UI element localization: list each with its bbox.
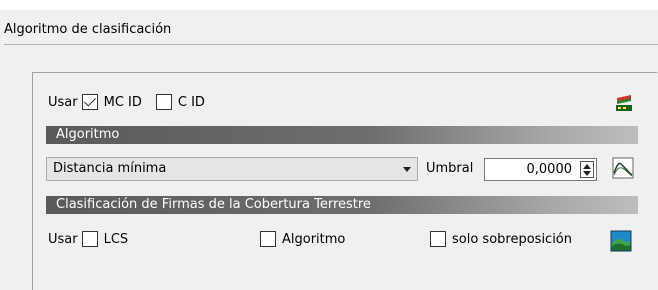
- mc-id-checkbox[interactable]: [81, 94, 98, 110]
- land-cover-bar: Clasificación de Firmas de la Cobertura …: [46, 196, 638, 214]
- use-label: Usar: [48, 94, 78, 110]
- spin-up-icon[interactable]: [583, 164, 591, 169]
- overlap-row: solo sobreposición: [426, 231, 572, 247]
- algorithm-check-label: Algoritmo: [282, 231, 346, 247]
- algorithm-checkbox[interactable]: [260, 231, 276, 247]
- threshold-spinbox[interactable]: 0,0000: [484, 158, 597, 181]
- c-id-checkbox[interactable]: [155, 94, 172, 110]
- spin-down-icon[interactable]: [583, 171, 591, 176]
- algorithm-bar: Algoritmo: [46, 126, 638, 144]
- lcs-checkbox[interactable]: [81, 231, 98, 247]
- algorithm-check-row: Algoritmo: [256, 231, 345, 247]
- spin-buttons[interactable]: [580, 161, 594, 178]
- threshold-value: 0,0000: [526, 162, 573, 177]
- spectral-plot-icon[interactable]: [612, 157, 634, 179]
- land-cover-icon[interactable]: [610, 230, 632, 252]
- threshold-label: Umbral: [426, 161, 474, 176]
- use-label-2: Usar: [48, 231, 78, 247]
- top-strip: [0, 0, 658, 10]
- mc-id-label: MC ID: [103, 94, 142, 110]
- lcs-label: LCS: [103, 231, 129, 247]
- overlap-label: solo sobreposición: [452, 231, 573, 247]
- use-id-row: Usar MC ID C ID: [48, 94, 205, 110]
- algorithm-select-value: Distancia mínima: [53, 161, 167, 176]
- algorithm-select[interactable]: Distancia mínima: [46, 157, 418, 181]
- c-id-label: C ID: [177, 94, 205, 110]
- title-divider: [4, 44, 658, 45]
- section-title: Algoritmo de clasificación: [4, 22, 172, 37]
- use-lcs-row: Usar LCS: [48, 231, 128, 247]
- signature-tool-icon[interactable]: [613, 91, 635, 113]
- chevron-down-icon: [403, 167, 411, 172]
- overlap-checkbox[interactable]: [430, 231, 446, 247]
